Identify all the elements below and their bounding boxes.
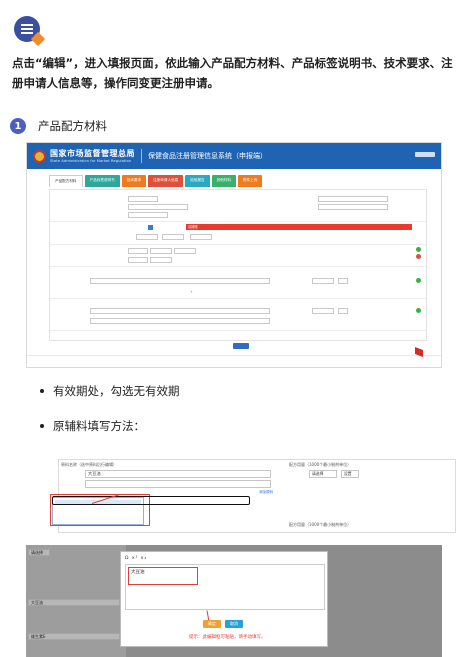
editor-tip: 提示：此编辑框可粘贴，请手动填写。 xyxy=(189,635,266,640)
edit-dialog-screenshot: 请选择 大豆油 维生素E Ω x² x₂ 大豆油 确定 取消 提示：此编辑框可粘… xyxy=(26,545,442,657)
spec-input-2[interactable] xyxy=(128,257,148,263)
bg-row-1: 大豆油 xyxy=(28,599,120,606)
raw-material-name-input[interactable] xyxy=(90,278,270,284)
brand-logo-icon xyxy=(415,347,423,357)
app-footer xyxy=(27,355,441,367)
org-name-en: State Administration for Market Regulati… xyxy=(50,158,132,163)
org-name-cn: 国家市场监督管理总局 xyxy=(50,149,135,158)
national-emblem-icon xyxy=(33,149,46,163)
confirm-button[interactable]: 确定 xyxy=(203,620,221,628)
aux-amount-input[interactable] xyxy=(338,308,348,314)
system-title: 保健食品注册管理信息系统（申报端） xyxy=(148,152,267,160)
step-number-badge: 1 xyxy=(10,118,26,134)
spec-select-3[interactable] xyxy=(150,257,172,263)
raw-amount-input[interactable] xyxy=(338,278,348,284)
setting-select[interactable]: 设置 xyxy=(341,470,359,478)
amount-label-2: 配方用量（1000个最小制剂单位） xyxy=(289,522,352,527)
raw-name-label: 原料名称（选中原料后行编辑） xyxy=(61,462,117,467)
bullet-item: 有效期处，勾选无有效期 xyxy=(40,383,180,399)
bullet-item: 原辅料填写方法： xyxy=(40,418,145,434)
step-label: 产品配方材料 xyxy=(38,119,107,133)
aux-material-name-input[interactable] xyxy=(90,308,270,314)
brand-watermark xyxy=(415,347,437,361)
edit-modal: Ω x² x₂ 大豆油 确定 取消 提示：此编辑框可粘贴，请手动填写。 xyxy=(120,551,328,647)
tab-upload[interactable]: 附件上传 xyxy=(238,175,263,187)
raw-name-input[interactable]: 大豆油 xyxy=(85,470,271,478)
bullet-dot xyxy=(40,389,44,393)
common-name-input[interactable] xyxy=(318,204,388,210)
tab-applicant[interactable]: 注册申请人信息 xyxy=(148,175,184,187)
formula-form: 请按照 + xyxy=(49,189,427,341)
brand-input[interactable] xyxy=(318,196,388,202)
add-row-icon[interactable] xyxy=(416,247,421,252)
form-separator xyxy=(50,266,426,267)
intro-paragraph: 点击“编辑”，进入填报页面，依此输入产品配方材料、产品标签说明书、技术要求、注册… xyxy=(12,56,453,90)
unit-select[interactable]: 请选择 xyxy=(309,470,337,478)
formula-form-screenshot: 国家市场监督管理总局 State Administration for Mark… xyxy=(26,142,442,368)
tab-report[interactable]: 检验报告 xyxy=(185,175,210,187)
header-divider xyxy=(141,149,142,163)
bullet-text: 原辅料填写方法： xyxy=(53,419,145,433)
add-raw-link[interactable]: + xyxy=(190,290,193,294)
bg-select: 请选择 xyxy=(28,549,50,556)
tab-label[interactable]: 产品标签说明书 xyxy=(84,175,120,187)
spec-select-2[interactable] xyxy=(174,248,196,254)
no-expiry-checkbox[interactable] xyxy=(148,225,153,230)
focused-raw-input[interactable] xyxy=(52,496,250,505)
bullet-text: 有效期处，勾选无有效期 xyxy=(53,384,180,398)
background-form: 请选择 大豆油 维生素E xyxy=(26,545,126,657)
form-separator xyxy=(50,330,426,331)
document-icon xyxy=(14,16,40,42)
raw-material-screenshot: 原料名称（选中原料后行编辑） 配方用量（1000个最小制剂单位） 大豆油 请选择… xyxy=(22,445,456,533)
add-aux-icon[interactable] xyxy=(416,308,421,313)
org-name: 国家市场监督管理总局 State Administration for Mark… xyxy=(50,149,135,163)
category-select-3[interactable] xyxy=(190,234,212,240)
form-separator xyxy=(50,298,426,299)
category-select-1[interactable] xyxy=(136,234,158,240)
amount-label: 配方用量（1000个最小制剂单位） xyxy=(289,462,352,467)
app-header: 国家市场监督管理总局 State Administration for Mark… xyxy=(27,143,441,169)
cancel-button[interactable]: 取消 xyxy=(225,620,243,628)
expiry-warning: 请按照 xyxy=(186,224,412,230)
step-heading: 1 产品配方材料 xyxy=(10,118,107,134)
bg-row-2: 维生素E xyxy=(28,633,120,640)
spec-input-1[interactable] xyxy=(128,248,148,254)
user-menu[interactable] xyxy=(415,152,435,157)
add-raw-icon[interactable] xyxy=(416,278,421,283)
remove-row-icon[interactable] xyxy=(416,254,421,259)
rich-text-editor[interactable]: 大豆油 xyxy=(125,564,325,610)
form-separator xyxy=(50,221,426,222)
editor-toolbar[interactable]: Ω x² x₂ xyxy=(125,556,147,561)
aux-material-name-input-2[interactable] xyxy=(90,318,270,324)
raw-unit-select[interactable] xyxy=(312,278,334,284)
editor-content[interactable]: 大豆油 xyxy=(128,567,198,585)
attribute-input[interactable] xyxy=(128,212,168,218)
form-separator xyxy=(50,244,426,245)
tab-other[interactable]: 其他材料 xyxy=(211,175,236,187)
add-raw-link[interactable]: 添加原料 xyxy=(259,490,273,495)
product-name-input[interactable] xyxy=(128,196,158,202)
tab-formula[interactable]: 产品配方材料 xyxy=(49,175,83,187)
tab-tech[interactable]: 技术要求 xyxy=(121,175,147,187)
next-step-button[interactable] xyxy=(233,343,249,349)
category-select-2[interactable] xyxy=(162,234,184,240)
raw-name-input-2[interactable] xyxy=(85,480,271,488)
product-code-input[interactable] xyxy=(128,204,188,210)
bullet-dot xyxy=(40,424,44,428)
form-tabs: 产品配方材料 产品标签说明书 技术要求 注册申请人信息 检验报告 其他材料 附件… xyxy=(49,175,441,187)
aux-unit-select[interactable] xyxy=(312,308,334,314)
spec-select-1[interactable] xyxy=(150,248,172,254)
